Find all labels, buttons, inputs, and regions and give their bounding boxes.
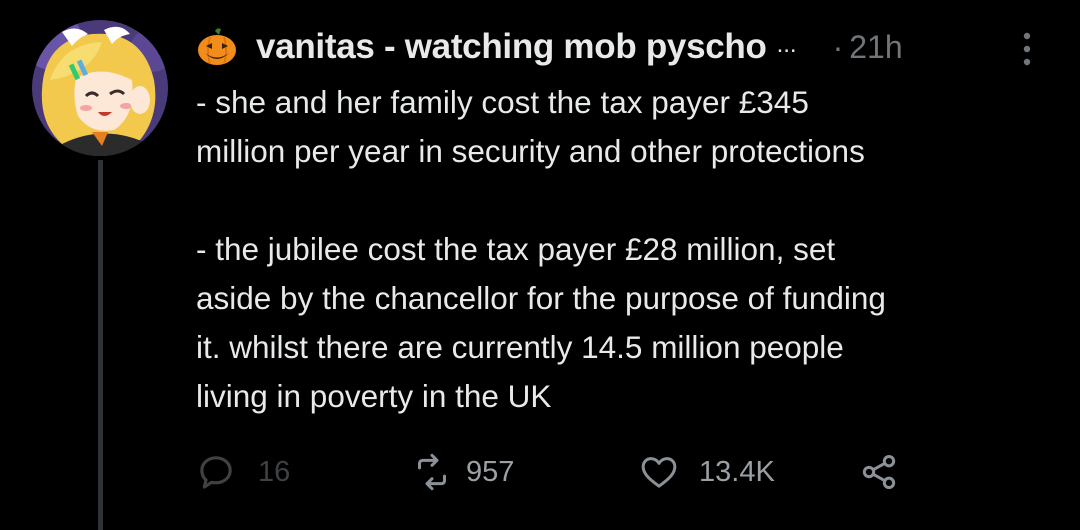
tweet-header: vanitas - watching mob pyscho ... · 21h: [196, 22, 1056, 72]
user-avatar[interactable]: [32, 20, 168, 156]
retweet-button[interactable]: 957: [412, 447, 514, 497]
retweet-icon: [418, 453, 446, 491]
reply-button[interactable]: 16: [196, 447, 290, 497]
reply-count: 16: [258, 455, 291, 488]
thread-connector-line: [98, 160, 103, 530]
separator-dot: ·: [832, 28, 844, 65]
display-name[interactable]: vanitas - watching mob pyscho: [256, 27, 767, 67]
tweet-body: vanitas - watching mob pyscho ... · 21h …: [196, 22, 1056, 421]
retweet-count: 957: [466, 455, 515, 488]
heart-icon: [641, 457, 677, 488]
tweet-timestamp[interactable]: 21h: [849, 29, 902, 66]
vertical-ellipsis-icon[interactable]: [1012, 28, 1042, 72]
tweet-actions-bar: 16 957 13.4K: [196, 447, 936, 497]
like-button[interactable]: 13.4K: [639, 447, 775, 497]
like-count: 13.4K: [699, 455, 775, 488]
name-truncation: ...: [776, 31, 797, 58]
share-button[interactable]: [859, 447, 899, 497]
anime-character-avatar: [32, 20, 168, 156]
tweet-text: - she and her family cost the tax payer …: [196, 84, 886, 414]
share-icon: [862, 455, 896, 489]
jack-o-lantern-icon: [198, 28, 236, 65]
reply-bubble-icon: [200, 456, 232, 489]
